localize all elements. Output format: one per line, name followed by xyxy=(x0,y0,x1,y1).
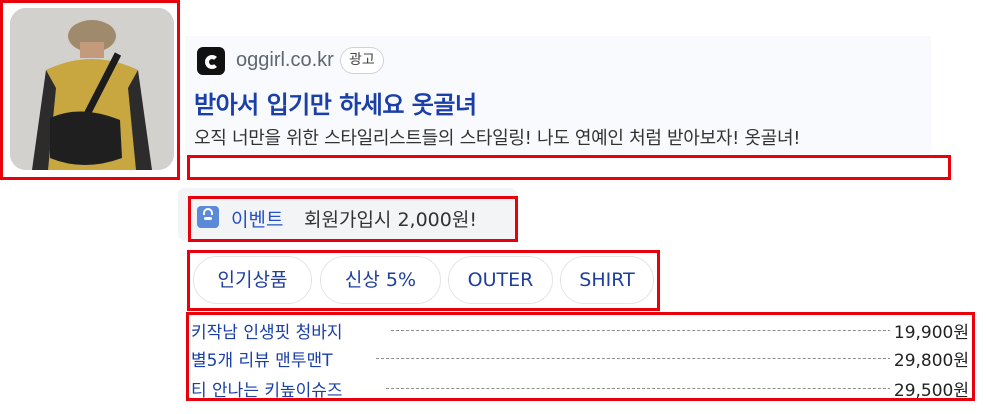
ad-title-link[interactable]: 받아서 입기만 하세요 옷골녀 xyxy=(194,85,477,120)
ad-badge: 광고 xyxy=(340,47,384,74)
highlight-box-chips xyxy=(187,250,660,311)
highlight-box-products xyxy=(186,312,975,401)
site-logo-icon xyxy=(197,47,225,75)
highlight-box-empty xyxy=(187,155,951,180)
highlight-box-thumbnail xyxy=(0,0,180,180)
highlight-box-event xyxy=(188,196,518,242)
site-domain[interactable]: oggirl.co.kr xyxy=(236,49,334,72)
ad-description: 오직 너만을 위한 스타일리스트들의 스타일링! 나도 연예인 처럼 받아보자!… xyxy=(194,128,801,149)
